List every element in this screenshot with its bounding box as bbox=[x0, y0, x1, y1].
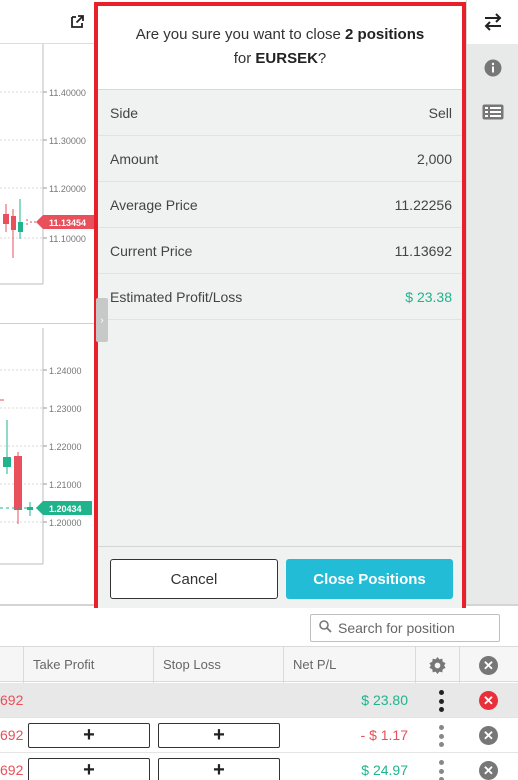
tick-label: 1.23000 bbox=[49, 404, 82, 414]
dialog-title: Are you sure you want to close 2 positio… bbox=[98, 6, 462, 90]
dialog-footer: Cancel Close Positions bbox=[98, 546, 462, 608]
tick-label: 1.21000 bbox=[49, 480, 82, 490]
right-toolbar bbox=[466, 0, 518, 604]
detail-row-current-price: Current Price 11.13692 bbox=[98, 228, 462, 274]
close-position-icon[interactable]: ✕ bbox=[479, 691, 498, 710]
detail-row-estimated-pl: Estimated Profit/Loss $ 23.38 bbox=[98, 274, 462, 320]
col-take-profit[interactable]: Take Profit bbox=[23, 647, 153, 683]
tick-label: 1.22000 bbox=[49, 442, 82, 452]
detail-value: 11.13692 bbox=[394, 243, 452, 259]
settings-icon[interactable] bbox=[415, 647, 459, 683]
price-chart-secondary[interactable]: 1.24000 1.23000 1.22000 1.21000 1.20000 … bbox=[0, 324, 96, 604]
price-chart-eursek[interactable]: 11.40000 11.30000 11.20000 11.10000 11.1… bbox=[0, 44, 96, 324]
chart-header bbox=[0, 0, 96, 44]
add-stop-loss-button[interactable]: + bbox=[158, 758, 280, 780]
detail-value: $ 23.38 bbox=[405, 289, 452, 305]
candles bbox=[3, 199, 43, 258]
price-badge: 1.20434 bbox=[49, 504, 82, 514]
close-position-icon[interactable]: ✕ bbox=[479, 761, 498, 780]
close-all-icon[interactable]: ✕ bbox=[459, 647, 518, 683]
close-positions-dialog: Are you sure you want to close 2 positio… bbox=[94, 2, 466, 608]
detail-label: Amount bbox=[110, 151, 159, 167]
detail-label: Average Price bbox=[110, 197, 198, 213]
add-take-profit-button[interactable]: + bbox=[28, 758, 150, 780]
tick-label: 11.40000 bbox=[49, 88, 86, 98]
detail-value: 11.22256 bbox=[394, 197, 452, 213]
price-badge: 11.13454 bbox=[49, 218, 86, 228]
detail-label: Side bbox=[110, 105, 139, 121]
more-icon[interactable] bbox=[436, 760, 446, 780]
table-row[interactable]: 692 + + - $ 1.17 ✕ bbox=[0, 718, 518, 753]
search-input[interactable]: Search for position bbox=[310, 614, 500, 642]
cancel-button[interactable]: Cancel bbox=[110, 559, 278, 599]
chevron-right-icon[interactable]: › bbox=[96, 298, 108, 342]
detail-value: 2,000 bbox=[416, 151, 452, 167]
close-position-icon[interactable]: ✕ bbox=[479, 726, 498, 745]
net-pl-value: $ 23.80 bbox=[361, 692, 408, 708]
detail-row-side: Side Sell bbox=[98, 90, 462, 136]
more-icon[interactable] bbox=[436, 725, 446, 747]
net-pl-value: - $ 1.17 bbox=[360, 727, 408, 743]
price-cell: 692 bbox=[0, 727, 24, 743]
table-row[interactable]: 692 $ 23.80 ✕ bbox=[0, 683, 518, 718]
symbol-name: EURSEK bbox=[255, 50, 318, 67]
tick-label: 11.30000 bbox=[49, 136, 86, 146]
more-icon[interactable] bbox=[436, 690, 446, 712]
tick-label: 1.20000 bbox=[49, 518, 82, 528]
detail-row-average-price: Average Price 11.22256 bbox=[98, 182, 462, 228]
search-icon bbox=[319, 620, 332, 636]
positions-panel: Search for position Take Profit Stop Los… bbox=[0, 604, 518, 780]
table-row[interactable]: 692 + + $ 24.97 ✕ bbox=[0, 753, 518, 780]
col-net-pl[interactable]: Net P/L bbox=[283, 647, 415, 683]
detail-row-amount: Amount 2,000 bbox=[98, 136, 462, 182]
detail-label: Current Price bbox=[110, 243, 193, 259]
net-pl-value: $ 24.97 bbox=[361, 762, 408, 778]
close-positions-button[interactable]: Close Positions bbox=[286, 559, 453, 599]
title-text: ? bbox=[317, 50, 327, 67]
tick-label: 11.20000 bbox=[49, 184, 86, 194]
title-text: for bbox=[233, 50, 256, 67]
info-icon[interactable] bbox=[467, 46, 518, 90]
price-cell: 692 bbox=[0, 762, 24, 778]
add-stop-loss-button[interactable]: + bbox=[158, 723, 280, 748]
detail-label: Estimated Profit/Loss bbox=[110, 289, 243, 305]
add-take-profit-button[interactable]: + bbox=[28, 723, 150, 748]
col-stop-loss[interactable]: Stop Loss bbox=[153, 647, 283, 683]
title-text: Are you sure you want to close bbox=[135, 26, 346, 43]
detail-value: Sell bbox=[428, 105, 452, 121]
popout-icon[interactable] bbox=[70, 14, 86, 30]
table-header: Take Profit Stop Loss Net P/L ✕ bbox=[0, 646, 518, 683]
swap-icon[interactable] bbox=[467, 0, 518, 44]
position-count: 2 positions bbox=[345, 26, 425, 43]
list-icon[interactable] bbox=[467, 90, 518, 134]
tick-label: 1.24000 bbox=[49, 366, 82, 376]
tick-label: 11.10000 bbox=[49, 234, 86, 244]
chart-area: 11.40000 11.30000 11.20000 11.10000 11.1… bbox=[0, 0, 96, 604]
search-placeholder: Search for position bbox=[338, 620, 455, 636]
price-cell: 692 bbox=[0, 692, 24, 708]
